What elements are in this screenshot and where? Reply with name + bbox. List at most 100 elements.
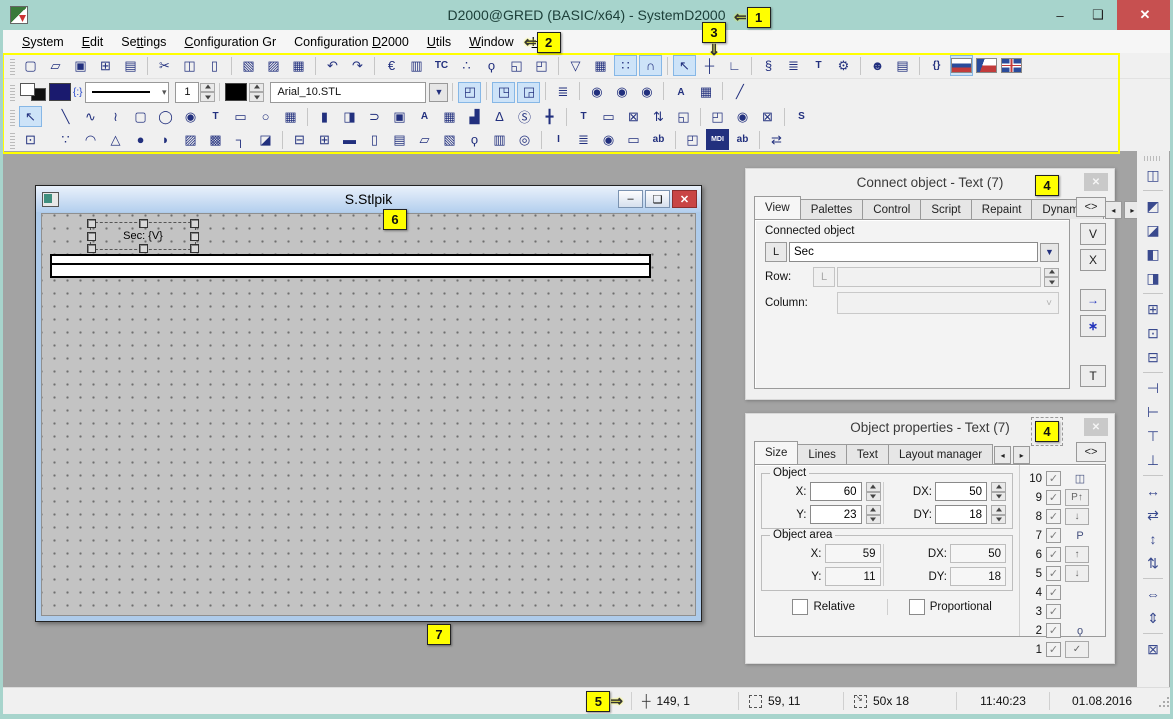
text-color-swatch[interactable] xyxy=(225,83,247,101)
connect-panel-close-button[interactable]: ✕ xyxy=(1084,173,1108,191)
dy-stepper[interactable] xyxy=(991,505,1006,524)
graph-settings-button[interactable]: ◳ xyxy=(492,82,515,103)
flag-czech-button[interactable] xyxy=(975,55,998,76)
layer-zoom-icon[interactable]: ϙ xyxy=(1065,625,1095,637)
braces-button[interactable]: {} xyxy=(925,55,948,76)
win-control-button[interactable]: ◰ xyxy=(706,106,729,127)
send-backward-button[interactable]: ◨ xyxy=(1141,267,1165,289)
redo-button[interactable]: ↷ xyxy=(346,55,369,76)
cascade-windows-button[interactable]: ◱ xyxy=(505,55,528,76)
obj-active-picture-button[interactable]: ▣ xyxy=(388,106,411,127)
draw-rect-frame-button[interactable]: ▭ xyxy=(229,106,252,127)
ctl-spin-button[interactable]: ⇅ xyxy=(647,106,670,127)
selection-handle[interactable] xyxy=(139,219,148,228)
flag-slovak-button[interactable] xyxy=(950,55,973,76)
connected-object-dropdown[interactable]: ▼ xyxy=(1040,243,1059,262)
obj-image-button[interactable]: ▧ xyxy=(438,129,461,150)
swap-arrows-button[interactable]: ⇄ xyxy=(765,129,788,150)
tile-windows-button[interactable]: ◰ xyxy=(530,55,553,76)
align-bottom-button[interactable]: ⊥ xyxy=(1141,449,1165,471)
properties-panel-close-button[interactable]: ✕ xyxy=(1084,418,1108,436)
selection-handle[interactable] xyxy=(139,244,148,253)
local-variable-button[interactable]: L xyxy=(765,242,787,262)
stretch-height-button[interactable]: ⇕ xyxy=(1141,607,1165,629)
draw-line-button[interactable]: ╲ xyxy=(54,106,77,127)
draw-grid-button[interactable]: ▦ xyxy=(279,106,302,127)
tabs-scroll-right-button[interactable]: ▸ xyxy=(1013,446,1030,464)
ctl-radio-button[interactable]: ◉ xyxy=(597,129,620,150)
draw-rounded-rect-button[interactable]: ▢ xyxy=(129,106,152,127)
palette-display-button[interactable]: ◉ xyxy=(585,82,608,103)
page-paste-button[interactable]: ▦ xyxy=(287,55,310,76)
layer-1-checkbox[interactable] xyxy=(1046,642,1061,657)
palette-new-button[interactable]: ◉ xyxy=(635,82,658,103)
filter-button[interactable]: ▽ xyxy=(564,55,587,76)
obj-pipe-button[interactable]: ⊃ xyxy=(363,106,386,127)
ungroup-button[interactable]: ⊟ xyxy=(1141,346,1165,368)
draw-point-line-button[interactable]: ∵ xyxy=(54,129,77,150)
bring-forward-button[interactable]: ◧ xyxy=(1141,243,1165,265)
draw-bitmap-button[interactable]: ▨ xyxy=(179,129,202,150)
draw-corner-button[interactable]: ┐ xyxy=(229,129,252,150)
picture-settings-button[interactable]: ◰ xyxy=(458,82,481,103)
pattern-editor-button[interactable]: ▦ xyxy=(694,82,717,103)
open-drawing-button[interactable]: ▱ xyxy=(44,55,67,76)
ctl-button-button[interactable]: ▭ xyxy=(597,106,620,127)
obj-screen-button[interactable]: ▱ xyxy=(413,129,436,150)
ctl-checkbox-button[interactable]: ⊠ xyxy=(622,106,645,127)
tabs-scroll-left-button[interactable]: ◂ xyxy=(1105,201,1122,219)
obj-swt-button[interactable]: Ⓢ xyxy=(513,106,536,127)
font-combo[interactable]: Arial_10.STL xyxy=(270,82,426,103)
flag-english-button[interactable] xyxy=(1000,55,1023,76)
minimize-button[interactable]: – xyxy=(1041,0,1079,30)
x-input[interactable] xyxy=(810,482,862,501)
object-list-button[interactable]: ≣ xyxy=(782,55,805,76)
properties-code-button[interactable]: <> xyxy=(1076,442,1106,462)
menu-item-system[interactable]: System xyxy=(13,32,73,52)
dy-input[interactable] xyxy=(935,505,987,524)
win-picture-button[interactable]: ◰ xyxy=(681,129,704,150)
menu-item-settings[interactable]: Settings xyxy=(112,32,175,52)
layer-2-checkbox[interactable] xyxy=(1046,623,1061,638)
layer-4-checkbox[interactable] xyxy=(1046,585,1061,600)
selection-handle[interactable] xyxy=(190,244,199,253)
same-width-button[interactable]: ↔ xyxy=(1141,480,1165,502)
distribute-v-button[interactable]: ⇅ xyxy=(1141,552,1165,574)
y-input[interactable] xyxy=(810,505,862,524)
line-style-combo[interactable]: ▾ xyxy=(85,82,169,103)
page-copy-button[interactable]: ▨ xyxy=(262,55,285,76)
same-height-button[interactable]: ↕ xyxy=(1141,528,1165,550)
line-width-value[interactable]: 1 xyxy=(175,82,199,103)
draw-arc-button[interactable]: ◠ xyxy=(79,129,102,150)
draw-ellipse-frame-button[interactable]: ○ xyxy=(254,106,277,127)
tab-layout-manager[interactable]: Layout manager xyxy=(888,444,993,464)
draw-circle-button[interactable]: ● xyxy=(129,129,152,150)
increment-s-button[interactable]: S xyxy=(790,106,813,127)
table-grid-button[interactable]: ▦ xyxy=(589,55,612,76)
cut-button[interactable]: ✂ xyxy=(153,55,176,76)
text-color-stepper[interactable] xyxy=(249,83,264,102)
layer-10-checkbox[interactable] xyxy=(1046,471,1061,486)
font-dropdown-button[interactable]: ▼ xyxy=(429,83,448,102)
tab-text[interactable]: Text xyxy=(846,444,889,464)
select-mode-button[interactable]: ↖ xyxy=(673,55,696,76)
obj-table-button[interactable]: ▦ xyxy=(438,106,461,127)
win-ab-button[interactable]: ab xyxy=(731,129,754,150)
selection-handle[interactable] xyxy=(190,219,199,228)
picture-maximize-button[interactable]: ❑ xyxy=(645,190,670,208)
edit-points-button[interactable]: ⊡ xyxy=(1141,322,1165,344)
zoom-button[interactable]: ϙ xyxy=(480,55,503,76)
dx-stepper[interactable] xyxy=(991,482,1006,501)
layer-p-icon[interactable]: P xyxy=(1065,530,1095,542)
connect-apply-arrow-button[interactable]: → xyxy=(1080,289,1106,311)
layer-p-up-icon[interactable]: P↑ xyxy=(1065,489,1089,506)
selected-text-object[interactable]: Sec: {V} xyxy=(90,222,196,250)
layer-3-checkbox[interactable] xyxy=(1046,604,1061,619)
menu-item-utils[interactable]: Utils xyxy=(418,32,460,52)
obj-percent-rows-button[interactable]: ⊟ xyxy=(288,129,311,150)
obj-zoom-button[interactable]: ϙ xyxy=(463,129,486,150)
tabs-scroll-left-button[interactable]: ◂ xyxy=(994,446,1011,464)
palette-b-button[interactable]: ◉ xyxy=(610,82,633,103)
tab-size[interactable]: Size xyxy=(754,441,798,464)
settings-gear-button[interactable]: ⚙ xyxy=(832,55,855,76)
